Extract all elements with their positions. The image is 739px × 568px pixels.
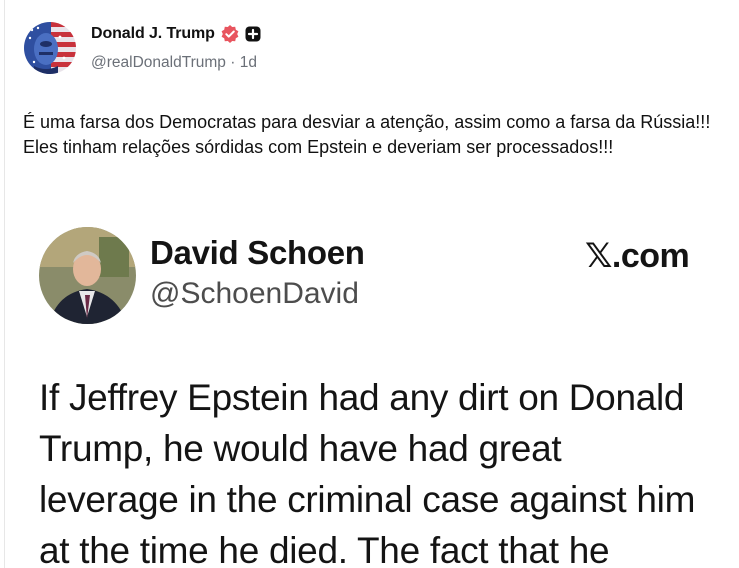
author-name[interactable]: Donald J. Trump — [91, 25, 215, 43]
embedded-tweet-image[interactable]: David Schoen @SchoenDavid 𝕏.com If Jeffr… — [17, 212, 725, 568]
embed-quote-text: If Jeffrey Epstein had any dirt on Donal… — [39, 372, 719, 568]
post-text: É uma farsa dos Democratas para desviar … — [23, 112, 711, 157]
portrait-avatar-icon — [39, 227, 136, 324]
author-avatar[interactable] — [24, 22, 76, 74]
flag-portrait-avatar-icon — [24, 22, 76, 74]
embed-author-handle: @SchoenDavid — [150, 277, 359, 310]
embed-avatar — [39, 227, 136, 324]
quote-line: leverage in the criminal case against hi… — [39, 479, 696, 520]
quote-line: Trump, he would have had great — [39, 428, 562, 469]
embed-author-name: David Schoen — [150, 234, 365, 271]
plus-badge-icon — [245, 26, 261, 42]
post-card: Donald J. Trump @realDonaldTrump · 1d É … — [0, 0, 739, 568]
verified-badge-icon — [220, 24, 240, 44]
embed-domain-logo: 𝕏.com — [585, 237, 690, 275]
handle-row: @realDonaldTrump · 1d — [91, 54, 257, 72]
post-time[interactable]: 1d — [240, 54, 257, 71]
author-handle[interactable]: @realDonaldTrump — [91, 54, 226, 71]
quote-line: If Jeffrey Epstein had any dirt on Donal… — [39, 377, 685, 418]
author-name-row: Donald J. Trump — [91, 22, 261, 46]
left-divider — [4, 0, 5, 568]
quote-line: at the time he died. The fact that he — [39, 530, 610, 568]
separator-dot: · — [230, 54, 236, 71]
